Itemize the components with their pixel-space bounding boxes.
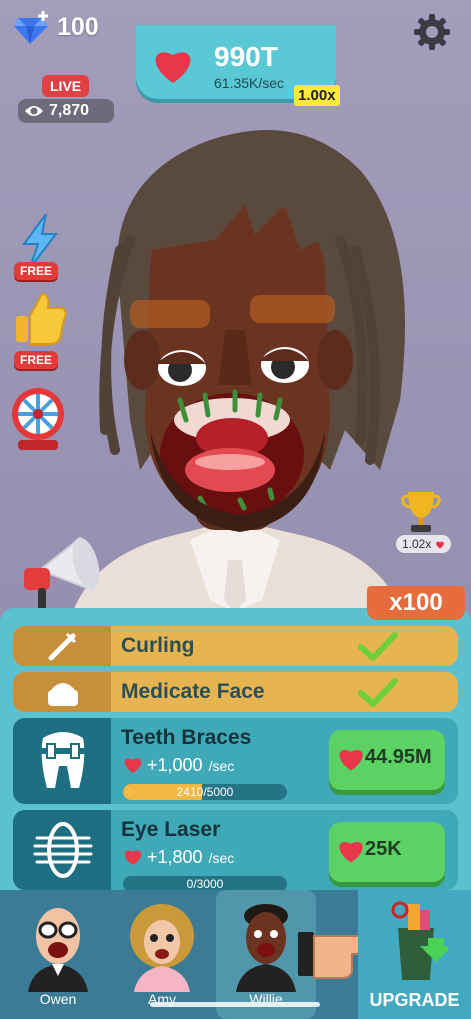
upgrade-row-medicate-face: Medicate Face xyxy=(13,672,458,712)
score-rate: 61.35K/sec xyxy=(214,75,285,91)
upgrade-button[interactable]: UPGRADE xyxy=(358,890,471,1019)
tab-label: Owen xyxy=(39,991,77,1007)
upgrade-label: Eye Laser xyxy=(121,818,221,841)
cost-label: 44.95M xyxy=(365,746,432,768)
prize-wheel-icon[interactable] xyxy=(8,384,68,452)
megaphone-icon[interactable] xyxy=(20,530,102,614)
heart-icon xyxy=(124,758,142,774)
thumbs-up-icon xyxy=(16,292,67,345)
viewer-counter: 7,870 xyxy=(18,99,114,123)
willie-avatar xyxy=(236,904,296,992)
progress-bar: 2410/5000 xyxy=(123,784,287,800)
upgrade-label: UPGRADE xyxy=(369,990,460,1010)
progress-text: 0/3000 xyxy=(186,877,224,890)
score-value: 990T xyxy=(214,41,278,72)
tooth-braces-icon xyxy=(39,732,87,788)
checkmark-icon xyxy=(358,632,398,661)
eye-laser-icon xyxy=(33,822,93,878)
upgrade-label: Curling xyxy=(121,634,195,657)
eye-icon xyxy=(25,106,43,116)
upgrade-rate: +1,000/sec xyxy=(123,755,234,776)
home-indicator xyxy=(150,1002,320,1007)
tab-amy[interactable]: Amy xyxy=(112,890,212,1019)
gem-icon[interactable] xyxy=(12,10,52,46)
curling-iron-icon xyxy=(48,632,77,661)
upgrade-row-teeth-braces: Teeth Braces +1,000/sec 2410/5000 44.95M xyxy=(13,718,458,804)
upgrade-row-curling: Curling xyxy=(13,626,458,666)
upgrade-label: Teeth Braces xyxy=(121,726,252,749)
heart-icon xyxy=(339,750,363,771)
heart-icon xyxy=(155,52,191,83)
energy-boost-button[interactable]: FREE xyxy=(12,212,68,282)
gear-icon[interactable] xyxy=(412,12,452,52)
viewer-count: 7,870 xyxy=(49,102,90,119)
owen-avatar xyxy=(28,908,88,992)
live-badge: LIVE xyxy=(42,75,90,97)
salon-tools-icon xyxy=(391,901,448,980)
cream-jar-icon xyxy=(48,683,78,706)
heart-icon xyxy=(339,842,363,863)
heart-icon xyxy=(435,541,444,549)
like-boost-button[interactable]: FREE xyxy=(12,290,68,370)
character-tab-bar: Owen Amy Willie UPGRADE xyxy=(0,890,471,1019)
progress-text: 2410/5000 xyxy=(176,785,234,799)
heart-icon xyxy=(124,850,142,866)
upgrade-row-eye-laser: Eye Laser +1,800/sec 0/3000 25K xyxy=(13,810,458,890)
checkmark-icon xyxy=(358,678,398,707)
buy-teeth-braces-button[interactable]: 44.95M xyxy=(329,730,445,790)
trophy-bonus-value: 1.02x xyxy=(402,537,432,551)
upgrade-label: Medicate Face xyxy=(121,680,265,703)
rate-unit: /sec xyxy=(208,758,235,774)
tab-owen[interactable]: Owen xyxy=(8,890,108,1019)
like-free-label: FREE xyxy=(14,351,59,369)
energy-free-label: FREE xyxy=(14,262,59,280)
rate-value: +1,800 xyxy=(147,847,203,867)
rate-value: +1,000 xyxy=(147,755,203,775)
buy-eye-laser-button[interactable]: 25K xyxy=(329,822,445,882)
progress-bar: 0/3000 xyxy=(123,876,287,890)
trophy-bonus: 1.02x xyxy=(396,535,451,553)
buy-multiplier-button[interactable]: x100 xyxy=(367,586,465,620)
cost-label: 25K xyxy=(365,838,402,860)
upgrade-rate: +1,800/sec xyxy=(123,847,234,868)
gem-count: 100 xyxy=(57,13,99,41)
trophy-icon[interactable] xyxy=(400,488,442,534)
multiplier-badge[interactable]: 1.00x xyxy=(294,85,340,106)
rate-unit: /sec xyxy=(208,850,235,866)
amy-avatar xyxy=(130,904,194,992)
